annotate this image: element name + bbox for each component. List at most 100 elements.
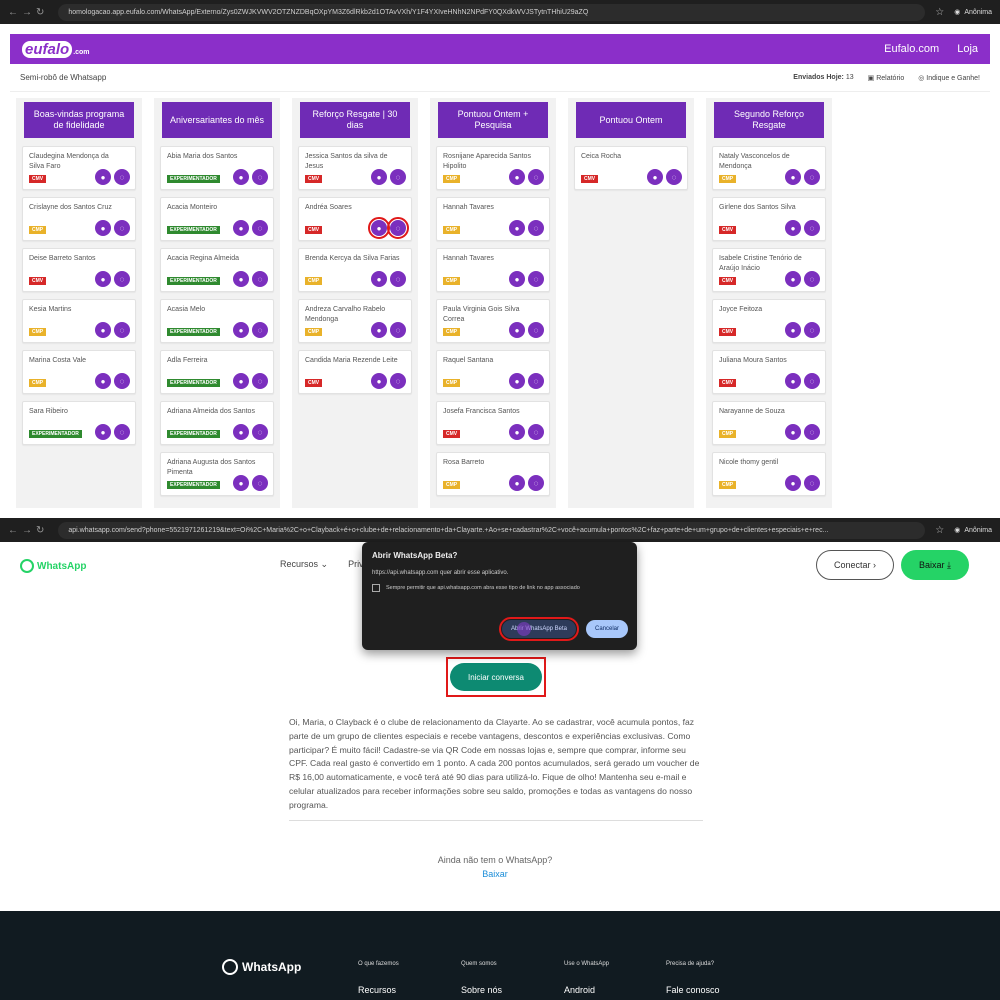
contact-card[interactable]: Paula Virginia Gois Silva Correa CMP ● ◌ xyxy=(436,299,550,343)
contact-card[interactable]: Ceica Rocha CMV ● ◌ xyxy=(574,146,688,190)
bookmark-star-icon-2[interactable]: ☆ xyxy=(935,525,944,536)
footer-link[interactable]: Recursos xyxy=(358,985,458,995)
profile-icon[interactable]: ● xyxy=(233,271,249,287)
cancel-button[interactable]: Cancelar xyxy=(586,620,628,638)
contact-card[interactable]: Kesia Martins CMP ● ◌ xyxy=(22,299,136,343)
whatsapp-icon[interactable]: ◌ xyxy=(528,271,544,287)
footer-link[interactable]: Fale conosco xyxy=(666,985,766,995)
contact-card[interactable]: Nicole thomy gentil CMP ● ◌ xyxy=(712,452,826,496)
whatsapp-icon[interactable]: ◌ xyxy=(804,424,820,440)
whatsapp-icon[interactable]: ◌ xyxy=(114,322,130,338)
whatsapp-icon[interactable]: ◌ xyxy=(114,220,130,236)
always-allow-checkbox-row[interactable]: Sempre permitir que api.whatsapp.com abr… xyxy=(372,584,627,592)
profile-icon[interactable]: ● xyxy=(95,169,111,185)
profile-icon[interactable]: ● xyxy=(509,475,525,491)
profile-icon[interactable]: ● xyxy=(785,322,801,338)
whatsapp-icon[interactable]: ◌ xyxy=(252,373,268,389)
contact-card[interactable]: Josefa Francisca Santos CMV ● ◌ xyxy=(436,401,550,445)
whatsapp-icon[interactable]: ◌ xyxy=(666,169,682,185)
profile-icon[interactable]: ● xyxy=(233,220,249,236)
contact-card[interactable]: Narayanne de Souza CMP ● ◌ xyxy=(712,401,826,445)
whatsapp-icon[interactable]: ◌ xyxy=(390,271,406,287)
contact-card[interactable]: Acasia Melo EXPERIMENTADOR ● ◌ xyxy=(160,299,274,343)
whatsapp-icon[interactable]: ◌ xyxy=(252,169,268,185)
whatsapp-icon[interactable]: ◌ xyxy=(804,169,820,185)
whatsapp-icon[interactable]: ◌ xyxy=(252,424,268,440)
contact-card[interactable]: Girlene dos Santos Silva CMV ● ◌ xyxy=(712,197,826,241)
report-link[interactable]: ▣ Relatório xyxy=(868,74,905,82)
whatsapp-icon[interactable]: ◌ xyxy=(804,220,820,236)
contact-card[interactable]: Adriana Augusta dos Santos Pimenta EXPERI… xyxy=(160,452,274,496)
whatsapp-icon[interactable]: ◌ xyxy=(528,220,544,236)
refer-link[interactable]: ◎ Indique e Ganhe! xyxy=(918,74,980,82)
contact-card[interactable]: Andréa Soares CMV ● ◌ xyxy=(298,197,412,241)
profile-icon[interactable]: ● xyxy=(233,169,249,185)
whatsapp-icon[interactable]: ◌ xyxy=(390,322,406,338)
whatsapp-icon[interactable]: ◌ xyxy=(528,373,544,389)
contact-card[interactable]: Deise Barreto Santos CMV ● ◌ xyxy=(22,248,136,292)
profile-icon[interactable]: ● xyxy=(371,271,387,287)
contact-card[interactable]: Marina Costa Vale CMP ● ◌ xyxy=(22,350,136,394)
profile-icon[interactable]: ● xyxy=(95,220,111,236)
incognito-badge-2[interactable]: ◉ Anônima xyxy=(954,526,992,535)
contact-card[interactable]: Adriana Almeida dos Santos EXPERIMENTADOR… xyxy=(160,401,274,445)
contact-card[interactable]: Joyce Feitoza CMV ● ◌ xyxy=(712,299,826,343)
profile-icon[interactable]: ● xyxy=(509,424,525,440)
contact-card[interactable]: Acacia Monteiro EXPERIMENTADOR ● ◌ xyxy=(160,197,274,241)
iniciar-conversa-button[interactable]: Iniciar conversa xyxy=(450,663,542,691)
profile-icon[interactable]: ● xyxy=(95,373,111,389)
whatsapp-icon[interactable]: ◌ xyxy=(528,475,544,491)
whatsapp-icon[interactable]: ◌ xyxy=(804,373,820,389)
profile-icon[interactable]: ● xyxy=(233,475,249,491)
address-bar[interactable]: homologacao.app.eufalo.com/WhatsApp/Exte… xyxy=(58,3,926,21)
browser-nav-icons[interactable]: ←→↻ xyxy=(8,7,48,18)
whatsapp-logo[interactable]: WhatsApp xyxy=(20,559,86,573)
contact-card[interactable]: Juliana Moura Santos CMV ● ◌ xyxy=(712,350,826,394)
profile-icon[interactable]: ● xyxy=(647,169,663,185)
whatsapp-icon[interactable]: ◌ xyxy=(804,322,820,338)
whatsapp-icon[interactable]: ◌ xyxy=(252,271,268,287)
whatsapp-icon[interactable]: ◌ xyxy=(390,169,406,185)
contact-card[interactable]: Raquel Santana CMP ● ◌ xyxy=(436,350,550,394)
contact-card[interactable]: Crislayne dos Santos Cruz CMP ● ◌ xyxy=(22,197,136,241)
profile-icon[interactable]: ● xyxy=(368,217,390,239)
profile-icon[interactable]: ● xyxy=(371,373,387,389)
contact-card[interactable]: Rosnijane Aparecida Santos Hipolito CMP ● ◌ xyxy=(436,146,550,190)
profile-icon[interactable]: ● xyxy=(509,220,525,236)
contact-card[interactable]: Andreza Carvalho Rabelo Mendonga CMP ● ◌ xyxy=(298,299,412,343)
profile-icon[interactable]: ● xyxy=(785,169,801,185)
profile-icon[interactable]: ● xyxy=(95,271,111,287)
profile-icon[interactable]: ● xyxy=(785,475,801,491)
whatsapp-icon[interactable]: ◌ xyxy=(252,322,268,338)
whatsapp-icon[interactable]: ◌ xyxy=(114,271,130,287)
whatsapp-icon[interactable]: ◌ xyxy=(804,271,820,287)
browser-nav-icons-2[interactable]: ←→↻ xyxy=(8,525,48,536)
footer-link[interactable]: Android xyxy=(564,985,664,995)
open-whatsapp-beta-button[interactable]: Abrir WhatsApp Beta xyxy=(499,617,579,641)
checkbox[interactable] xyxy=(372,584,380,592)
conectar-button[interactable]: Conectar › xyxy=(816,550,894,580)
contact-card[interactable]: Jessica Santos da silva de Jesus CMV ● ◌ xyxy=(298,146,412,190)
whatsapp-icon[interactable]: ◌ xyxy=(387,217,409,239)
whatsapp-icon[interactable]: ◌ xyxy=(528,424,544,440)
whatsapp-icon[interactable]: ◌ xyxy=(390,373,406,389)
contact-card[interactable]: Candida Maria Rezende Leite CMV ● ◌ xyxy=(298,350,412,394)
whatsapp-icon[interactable]: ◌ xyxy=(528,169,544,185)
whatsapp-icon[interactable]: ◌ xyxy=(114,373,130,389)
profile-icon[interactable]: ● xyxy=(785,220,801,236)
contact-card[interactable]: Sara Ribeiro EXPERIMENTADOR ● ◌ xyxy=(22,401,136,445)
footer-logo[interactable]: WhatsApp xyxy=(222,959,301,975)
nav-link-loja[interactable]: Loja xyxy=(957,43,978,55)
contact-card[interactable]: Brenda Kercya da Silva Farias CMP ● ◌ xyxy=(298,248,412,292)
contact-card[interactable]: Hannah Tavares CMP ● ◌ xyxy=(436,197,550,241)
profile-icon[interactable]: ● xyxy=(509,271,525,287)
contact-card[interactable]: Rosa Barreto CMP ● ◌ xyxy=(436,452,550,496)
whatsapp-icon[interactable]: ◌ xyxy=(252,475,268,491)
download-link[interactable]: Baixar xyxy=(0,869,990,879)
whatsapp-icon[interactable]: ◌ xyxy=(252,220,268,236)
nav-recursos[interactable]: Recursos ⌄ xyxy=(280,559,328,570)
profile-icon[interactable]: ● xyxy=(371,322,387,338)
whatsapp-icon[interactable]: ◌ xyxy=(114,169,130,185)
address-bar-2[interactable]: api.whatsapp.com/send?phone=552197126121… xyxy=(58,521,926,539)
baixar-button[interactable]: Baixar ⤓ xyxy=(901,550,969,580)
